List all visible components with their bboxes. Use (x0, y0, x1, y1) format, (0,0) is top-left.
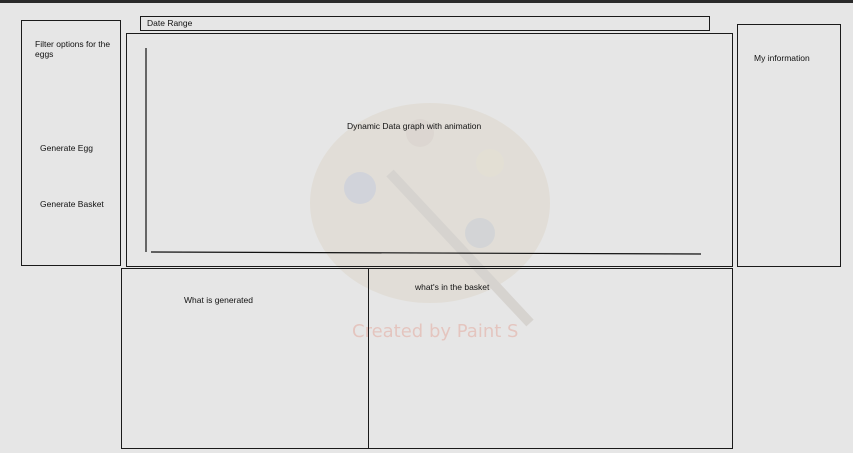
basket-panel: what's in the basket (368, 268, 733, 449)
x-axis-line (150, 251, 702, 255)
graph-axes (145, 48, 702, 255)
filter-options-label: Filter options for the eggs (35, 39, 111, 60)
basket-label: what's in the basket (415, 282, 490, 292)
my-information-panel: My information (737, 24, 841, 267)
graph-panel: Dynamic Data graph with animation (126, 33, 733, 267)
date-range-label: Date Range (147, 18, 193, 28)
generate-egg-button[interactable]: Generate Egg (40, 143, 93, 153)
my-information-label: My information (754, 53, 810, 63)
generated-panel: What is generated (121, 268, 369, 449)
generated-label: What is generated (184, 295, 253, 305)
generate-basket-button[interactable]: Generate Basket (40, 199, 104, 209)
filter-panel: Filter options for the eggs Generate Egg… (21, 20, 121, 266)
wireframe-canvas: Created by Paint S Date Range Filter opt… (0, 3, 853, 453)
date-range-bar[interactable]: Date Range (140, 16, 710, 31)
